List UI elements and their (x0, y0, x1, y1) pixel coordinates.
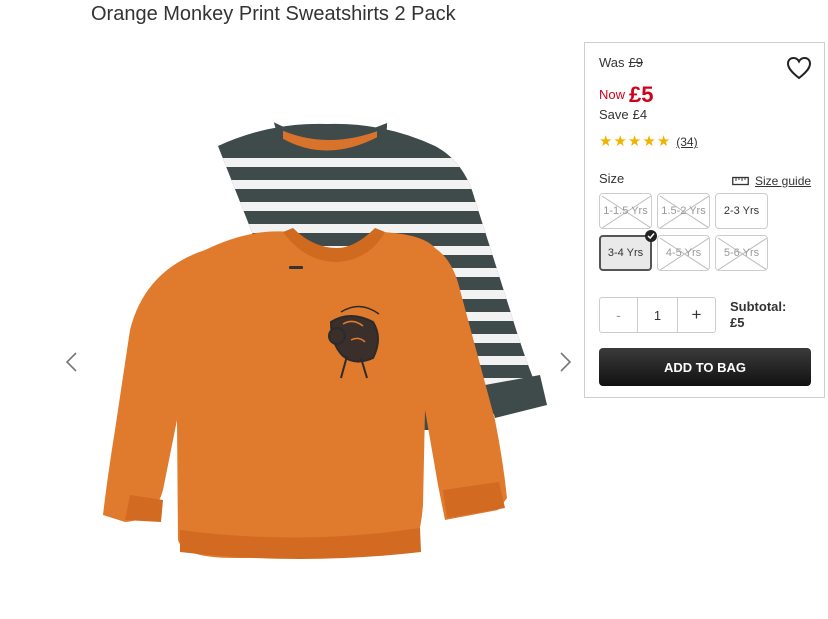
heart-icon (786, 56, 812, 80)
star-icon: ★ (599, 133, 613, 150)
star-icon: ★ (656, 133, 671, 150)
was-price: Was £9 (599, 55, 643, 70)
size-guide-link[interactable]: Size guide (732, 174, 811, 188)
now-value: £5 (629, 82, 654, 107)
size-option-label: 1-1.5 Yrs (603, 205, 648, 217)
size-label: Size (599, 171, 625, 186)
size-option-label: 1.5-2 Yrs (661, 205, 706, 217)
quantity-increase-button[interactable]: + (677, 297, 716, 333)
size-option-label: 2-3 Yrs (723, 205, 760, 217)
star-icon: ★ (627, 133, 642, 150)
was-value: £9 (628, 55, 643, 70)
size-option-label: 4-5 Yrs (665, 247, 702, 259)
size-option-label: 5-6 Yrs (723, 247, 760, 259)
wishlist-button[interactable] (786, 56, 812, 80)
now-price: Now £5 (599, 79, 654, 107)
size-option-2-3[interactable]: 2-3 Yrs (715, 193, 768, 229)
check-icon (645, 230, 657, 242)
quantity-input[interactable]: 1 (638, 297, 677, 333)
purchase-panel: Was £9 Now £5 Save £4 ★ ★ ★ ★ ★ (34) Size S… (584, 42, 825, 398)
save-amount: Save £4 (599, 107, 647, 122)
add-to-bag-button[interactable]: ADD TO BAG (599, 348, 811, 386)
ruler-icon (732, 176, 749, 186)
rating: ★ ★ ★ ★ ★ (34) (599, 134, 698, 150)
size-option-4-5[interactable]: 4-5 Yrs (657, 235, 710, 271)
save-value: £4 (632, 107, 648, 122)
review-count-link[interactable]: (34) (676, 135, 697, 149)
was-label: Was (599, 55, 625, 70)
size-option-1-1.5[interactable]: 1-1.5 Yrs (599, 193, 652, 229)
star-icon: ★ (642, 133, 656, 150)
size-option-5-6[interactable]: 5-6 Yrs (715, 235, 768, 271)
product-image (103, 122, 547, 559)
subtotal-value: £5 (730, 315, 745, 330)
now-label: Now (599, 87, 626, 102)
subtotal: Subtotal: £5 (730, 299, 786, 331)
quantity-decrease-button[interactable]: - (599, 297, 638, 333)
star-icon: ★ (613, 133, 627, 150)
size-option-label: 3-4 Yrs (607, 247, 644, 259)
save-label: Save (599, 107, 629, 122)
subtotal-label: Subtotal: (730, 299, 787, 314)
product-title: Orange Monkey Print Sweatshirts 2 Pack (91, 3, 456, 25)
size-option-3-4[interactable]: 3-4 Yrs (599, 235, 652, 271)
orange-sweatshirt (103, 228, 507, 559)
size-option-1.5-2[interactable]: 1.5-2 Yrs (657, 193, 710, 229)
quantity-stepper: - 1 + (599, 297, 716, 333)
size-guide-label: Size guide (755, 174, 812, 188)
